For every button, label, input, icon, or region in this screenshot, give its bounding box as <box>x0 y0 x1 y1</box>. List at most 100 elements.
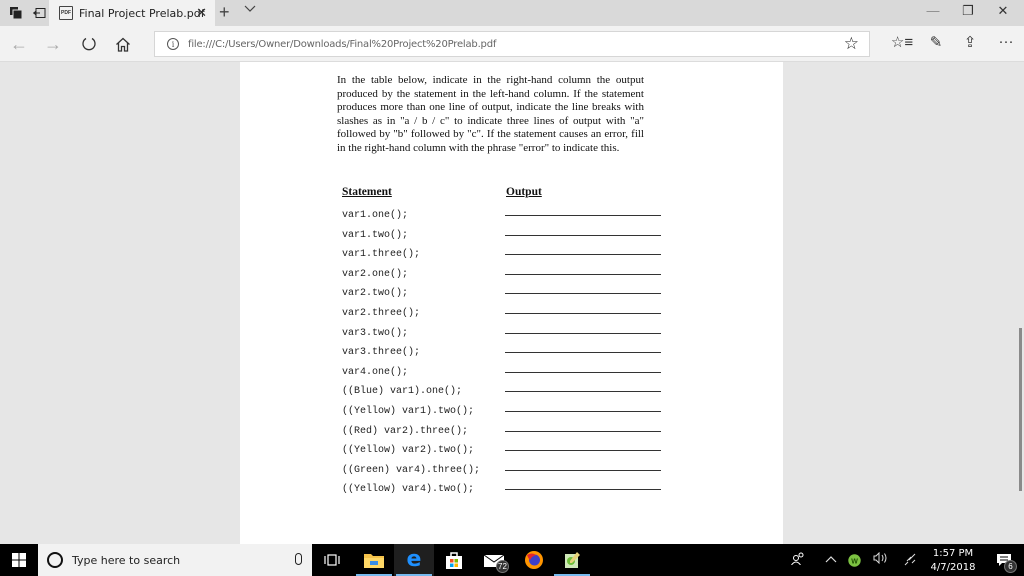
statement-cell: var2.three(); <box>342 308 421 319</box>
favorite-star-icon[interactable]: ☆ <box>844 34 859 54</box>
statement-cell: ((Yellow) var1).two(); <box>342 406 475 417</box>
notepad-plus-plus-taskbar-icon[interactable] <box>552 544 592 576</box>
statement-cell: var1.one(); <box>342 210 409 221</box>
info-icon[interactable]: i <box>167 38 179 50</box>
tab-manager-icon[interactable] <box>7 4 25 22</box>
output-answer-line <box>505 293 661 295</box>
action-center-button[interactable]: 6 <box>984 544 1024 576</box>
back-button[interactable]: ← <box>7 32 31 56</box>
clock-time: 1:57 PM <box>932 548 974 559</box>
table-row: var1.two(); <box>342 224 662 244</box>
output-answer-line <box>505 450 661 452</box>
statement-cell: ((Blue) var1).one(); <box>342 386 463 398</box>
notification-count-badge: 6 <box>1004 560 1017 573</box>
vertical-scrollbar[interactable] <box>1019 328 1022 491</box>
edge-taskbar-icon[interactable]: e <box>394 544 434 576</box>
output-answer-line <box>505 254 661 256</box>
task-view-button[interactable] <box>312 544 352 576</box>
output-answer-line <box>505 371 661 373</box>
output-answer-line <box>505 313 661 314</box>
output-answer-line <box>505 332 661 334</box>
statement-cell: var1.two(); <box>342 229 409 241</box>
set-tabs-aside-icon[interactable] <box>30 4 48 22</box>
microphone-icon[interactable] <box>295 553 302 565</box>
close-window-button[interactable]: ✕ <box>988 3 1018 19</box>
pdf-page: In the table below, indicate in the righ… <box>240 62 783 544</box>
statement-cell: ((Yellow) var2).two(); <box>342 445 475 457</box>
system-clock[interactable]: 1:57 PM 4/7/2018 <box>924 547 982 575</box>
tab-list-chevron-icon[interactable] <box>244 4 256 16</box>
table-row: ((Red) var2).three(); <box>342 420 662 440</box>
taskbar-search-box[interactable]: Type here to search <box>38 544 312 576</box>
clock-date: 4/7/2018 <box>930 562 976 573</box>
statement-column-header: Statement <box>342 186 392 198</box>
favorites-hub-icon[interactable]: ☆≡ <box>890 33 914 51</box>
table-row: ((Yellow) var1).two(); <box>342 400 662 420</box>
statement-cell: ((Red) var2).three(); <box>342 425 469 437</box>
pdf-viewer: In the table below, indicate in the righ… <box>0 62 1024 544</box>
statement-cell: ((Green) var4).three(); <box>342 464 481 476</box>
mail-taskbar-icon[interactable]: 72 <box>474 544 514 576</box>
statement-cell: var3.two(); <box>342 327 409 339</box>
table-row: var3.three(); <box>342 341 662 361</box>
statement-cell: var2.one(); <box>342 268 409 280</box>
start-button[interactable] <box>0 544 38 576</box>
store-taskbar-icon[interactable] <box>434 544 474 576</box>
table-row: var3.two(); <box>342 322 662 342</box>
more-icon[interactable]: ··· <box>994 33 1018 50</box>
search-placeholder: Type here to search <box>72 553 181 567</box>
instructions-paragraph: In the table below, indicate in the righ… <box>337 74 644 154</box>
output-answer-line <box>505 430 661 432</box>
output-answer-line <box>505 411 661 412</box>
table-row: ((Green) var4).three(); <box>342 459 662 479</box>
table-row: var2.one(); <box>342 263 662 283</box>
tab-title: Final Project Prelab.pdf <box>79 6 205 20</box>
table-row: var1.one(); <box>342 204 662 224</box>
volume-icon[interactable] <box>873 551 889 567</box>
statement-cell: var2.two(); <box>342 288 409 300</box>
home-button[interactable] <box>111 32 135 56</box>
refresh-button[interactable] <box>77 32 101 56</box>
restore-button[interactable]: ❐ <box>953 3 983 19</box>
output-column-header: Output <box>506 186 542 198</box>
statement-cell: var3.three(); <box>342 347 421 359</box>
output-answer-line <box>505 489 661 491</box>
taskbar: Type here to search e 72 W 1:57 PM 4/7/2… <box>0 544 1024 576</box>
show-hidden-icons-chevron-icon[interactable] <box>825 552 837 566</box>
tab-close-icon[interactable]: ✕ <box>196 5 207 21</box>
output-answer-line <box>505 215 661 216</box>
people-icon[interactable] <box>791 552 805 568</box>
url-text[interactable]: file:///C:/Users/Owner/Downloads/Final%2… <box>188 39 496 50</box>
table-row: var2.two(); <box>342 282 662 302</box>
cortana-icon <box>47 552 63 568</box>
output-answer-line <box>505 391 661 393</box>
tab-final-project-prelab[interactable]: PDF Final Project Prelab.pdf ✕ <box>49 0 215 26</box>
table-row: ((Yellow) var4).two(); <box>342 478 662 498</box>
firefox-taskbar-icon[interactable] <box>514 544 554 576</box>
forward-button[interactable]: → <box>41 32 65 56</box>
pdf-icon: PDF <box>59 6 73 20</box>
statement-cell: var1.three(); <box>342 249 421 261</box>
output-answer-line <box>505 234 661 236</box>
statement-cell: var4.one(); <box>342 366 409 378</box>
table-row: ((Yellow) var2).two(); <box>342 439 662 459</box>
network-icon[interactable] <box>903 552 917 569</box>
table-row: var4.one(); <box>342 361 662 381</box>
webroot-icon[interactable]: W <box>848 554 861 570</box>
table-row: ((Blue) var1).one(); <box>342 380 662 400</box>
share-icon[interactable]: ⇪ <box>958 33 982 51</box>
mail-count-badge: 72 <box>496 560 509 573</box>
table-row: var2.three(); <box>342 302 662 322</box>
windows-logo-icon <box>12 553 26 567</box>
statement-cell: ((Yellow) var4).two(); <box>342 484 475 496</box>
minimize-button[interactable]: — <box>918 3 948 18</box>
navigation-bar: ← → i file:///C:/Users/Owner/Downloads/F… <box>0 26 1024 62</box>
address-bar[interactable]: i file:///C:/Users/Owner/Downloads/Final… <box>154 31 870 57</box>
file-explorer-taskbar-icon[interactable] <box>354 544 394 576</box>
web-note-icon[interactable]: ✎ <box>924 33 948 51</box>
output-answer-line <box>505 352 661 354</box>
new-tab-button[interactable]: + <box>219 2 230 23</box>
output-answer-line <box>505 469 661 471</box>
title-bar: PDF Final Project Prelab.pdf ✕ + — ❐ ✕ <box>0 0 1024 26</box>
svg-text:W: W <box>851 558 858 565</box>
